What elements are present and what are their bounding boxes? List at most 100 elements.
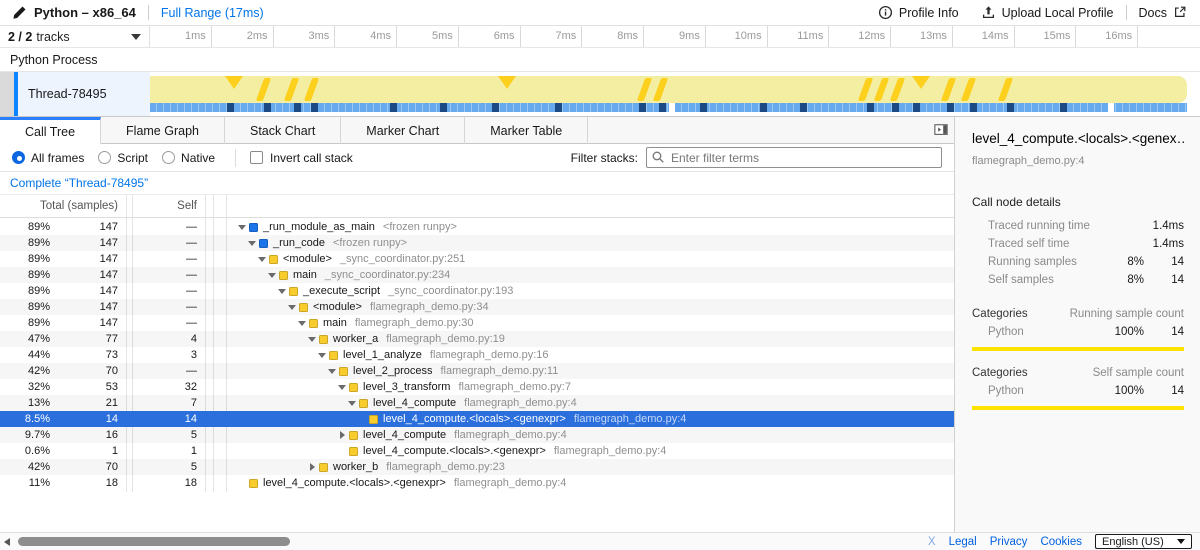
table-row[interactable]: 89%147—_run_module_as_main<frozen runpy> bbox=[0, 219, 954, 235]
tree-cell: mainflamegraph_demo.py:30 bbox=[226, 315, 954, 331]
table-row[interactable]: 42%705worker_bflamegraph_demo.py:23 bbox=[0, 459, 954, 475]
expander-open-icon[interactable] bbox=[316, 349, 328, 361]
table-row[interactable]: 89%147—<module>flamegraph_demo.py:34 bbox=[0, 299, 954, 315]
footer-link-legal[interactable]: Legal bbox=[949, 536, 977, 548]
expander-open-icon[interactable] bbox=[286, 301, 298, 313]
expander-open-icon[interactable] bbox=[276, 285, 288, 297]
table-row[interactable]: 44%733level_1_analyzeflamegraph_demo.py:… bbox=[0, 347, 954, 363]
ruler-tick: 2ms bbox=[212, 26, 274, 47]
full-range-button[interactable]: Full Range (17ms) bbox=[161, 6, 264, 20]
marker-slash-icon bbox=[961, 78, 976, 101]
file-location: flamegraph_demo.py:30 bbox=[355, 317, 474, 329]
process-track-row[interactable]: Python Process bbox=[0, 48, 1200, 72]
horizontal-scrollbar-thumb[interactable] bbox=[18, 537, 290, 546]
sidebar-node-file: flamegraph_demo.py:4 bbox=[972, 155, 1184, 167]
table-row[interactable]: 0.6%11level_4_compute.<locals>.<genexpr>… bbox=[0, 443, 954, 459]
filter-stacks-input[interactable] bbox=[646, 147, 942, 168]
sample-dark-segment bbox=[555, 103, 562, 112]
detail-value: 14 bbox=[1171, 256, 1184, 268]
radio-label: Script bbox=[117, 151, 148, 165]
total-samples-cell: 73 bbox=[50, 349, 118, 361]
table-row[interactable]: 89%147—_run_code<frozen runpy> bbox=[0, 235, 954, 251]
expander-open-icon[interactable] bbox=[306, 333, 318, 345]
docs-button[interactable]: Docs bbox=[1139, 5, 1188, 20]
ruler-tick: 7ms bbox=[521, 26, 583, 47]
self-cell: — bbox=[132, 317, 197, 329]
tab-marker-table[interactable]: Marker Table bbox=[465, 117, 588, 144]
info-icon bbox=[878, 5, 893, 20]
profile-info-button[interactable]: Profile Info bbox=[878, 5, 959, 20]
expander-open-icon[interactable] bbox=[336, 381, 348, 393]
footer-link-cookies[interactable]: Cookies bbox=[1040, 536, 1082, 548]
table-row[interactable]: 89%147—mainflamegraph_demo.py:30 bbox=[0, 315, 954, 331]
tree-cell: level_4_compute.<locals>.<genexpr>flameg… bbox=[226, 443, 954, 459]
expander-open-icon[interactable] bbox=[266, 269, 278, 281]
tree-cell: level_1_analyzeflamegraph_demo.py:16 bbox=[226, 347, 954, 363]
detail-label: Self samples bbox=[988, 274, 1054, 286]
category-bar bbox=[972, 347, 1184, 351]
invert-call-stack-checkbox[interactable]: Invert call stack bbox=[250, 151, 353, 165]
footer-close-button[interactable]: X bbox=[928, 536, 936, 548]
sidebar-categories-header: CategoriesRunning sample count bbox=[972, 308, 1184, 326]
footer-link-privacy[interactable]: Privacy bbox=[990, 536, 1028, 548]
total-percent-cell: 42% bbox=[0, 365, 50, 377]
table-row[interactable]: 13%217level_4_computeflamegraph_demo.py:… bbox=[0, 395, 954, 411]
tab-stack-chart[interactable]: Stack Chart bbox=[225, 117, 341, 144]
thread-label[interactable]: Thread-78495 bbox=[18, 72, 150, 116]
ruler-tick: 15ms bbox=[1015, 26, 1077, 47]
table-row[interactable]: 89%147—main_sync_coordinator.py:234 bbox=[0, 267, 954, 283]
pencil-icon bbox=[12, 5, 27, 20]
total-samples-cell: 18 bbox=[50, 477, 118, 489]
category-label: Python bbox=[988, 326, 1024, 338]
expander-open-icon[interactable] bbox=[326, 365, 338, 377]
table-row[interactable]: 47%774worker_aflamegraph_demo.py:19 bbox=[0, 331, 954, 347]
sample-dark-segment bbox=[659, 103, 666, 112]
breadcrumb-root-link[interactable]: Complete “Thread-78495” bbox=[10, 176, 148, 190]
upload-profile-button[interactable]: Upload Local Profile bbox=[981, 5, 1114, 20]
expander-closed-icon[interactable] bbox=[306, 461, 318, 473]
external-link-icon bbox=[1173, 5, 1188, 20]
thread-track-row[interactable]: Thread-78495 bbox=[0, 72, 1200, 117]
radio-all-frames[interactable]: All frames bbox=[12, 151, 84, 165]
radio-native[interactable]: Native bbox=[162, 151, 215, 165]
table-row[interactable]: 11%1818level_4_compute.<locals>.<genexpr… bbox=[0, 475, 954, 491]
scroll-left-arrow-icon[interactable] bbox=[4, 538, 10, 546]
table-row[interactable]: 89%147—<module>_sync_coordinator.py:251 bbox=[0, 251, 954, 267]
table-row[interactable]: 42%70—level_2_processflamegraph_demo.py:… bbox=[0, 363, 954, 379]
table-row[interactable]: 32%5332level_3_transformflamegraph_demo.… bbox=[0, 379, 954, 395]
tab-marker-chart[interactable]: Marker Chart bbox=[341, 117, 465, 144]
sidebar-details-header: Call node details bbox=[972, 195, 1184, 209]
footer-bar: X Legal Privacy Cookies English (US) bbox=[0, 532, 1200, 550]
expander-closed-icon[interactable] bbox=[336, 429, 348, 441]
file-location: flamegraph_demo.py:4 bbox=[454, 429, 567, 441]
tab-call-tree[interactable]: Call Tree bbox=[0, 117, 101, 144]
filter-stacks-label: Filter stacks: bbox=[571, 151, 638, 165]
call-tree-controls: All frames Script Native Invert call stack… bbox=[0, 144, 954, 172]
expander-open-icon[interactable] bbox=[256, 253, 268, 265]
table-header: Total (samples) Self bbox=[0, 194, 954, 218]
ruler-tick: 11ms bbox=[768, 26, 830, 47]
sidebar-category-row: Python100%14 bbox=[972, 385, 1184, 403]
sidebar-toggle-button[interactable] bbox=[928, 117, 954, 143]
expander-open-icon[interactable] bbox=[246, 237, 258, 249]
expander-open-icon[interactable] bbox=[296, 317, 308, 329]
table-row[interactable]: 9.7%165level_4_computeflamegraph_demo.py… bbox=[0, 427, 954, 443]
marker-slash-icon bbox=[653, 78, 668, 101]
tree-cell: <module>flamegraph_demo.py:34 bbox=[226, 299, 954, 315]
timeline-ruler[interactable]: 1ms2ms3ms4ms5ms6ms7ms8ms9ms10ms11ms12ms1… bbox=[150, 26, 1200, 47]
tab-flame-graph[interactable]: Flame Graph bbox=[101, 117, 225, 144]
function-name: worker_b bbox=[333, 461, 378, 473]
marker-slash-icon bbox=[874, 78, 889, 101]
expander-open-icon[interactable] bbox=[236, 221, 248, 233]
function-name: worker_a bbox=[333, 333, 378, 345]
thread-activity-track[interactable] bbox=[150, 72, 1200, 116]
table-row[interactable]: 8.5%1414level_4_compute.<locals>.<genexp… bbox=[0, 411, 954, 427]
ruler-tick: 1ms bbox=[150, 26, 212, 47]
expander-open-icon[interactable] bbox=[346, 397, 358, 409]
tree-cell: worker_aflamegraph_demo.py:19 bbox=[226, 331, 954, 347]
table-row[interactable]: 89%147—_execute_script_sync_coordinator.… bbox=[0, 283, 954, 299]
radio-script[interactable]: Script bbox=[98, 151, 148, 165]
language-select[interactable]: English (US) bbox=[1095, 534, 1192, 549]
sample-dark-segment bbox=[1060, 103, 1067, 112]
tracks-selector-button[interactable]: 2 / 2 tracks bbox=[0, 26, 150, 47]
